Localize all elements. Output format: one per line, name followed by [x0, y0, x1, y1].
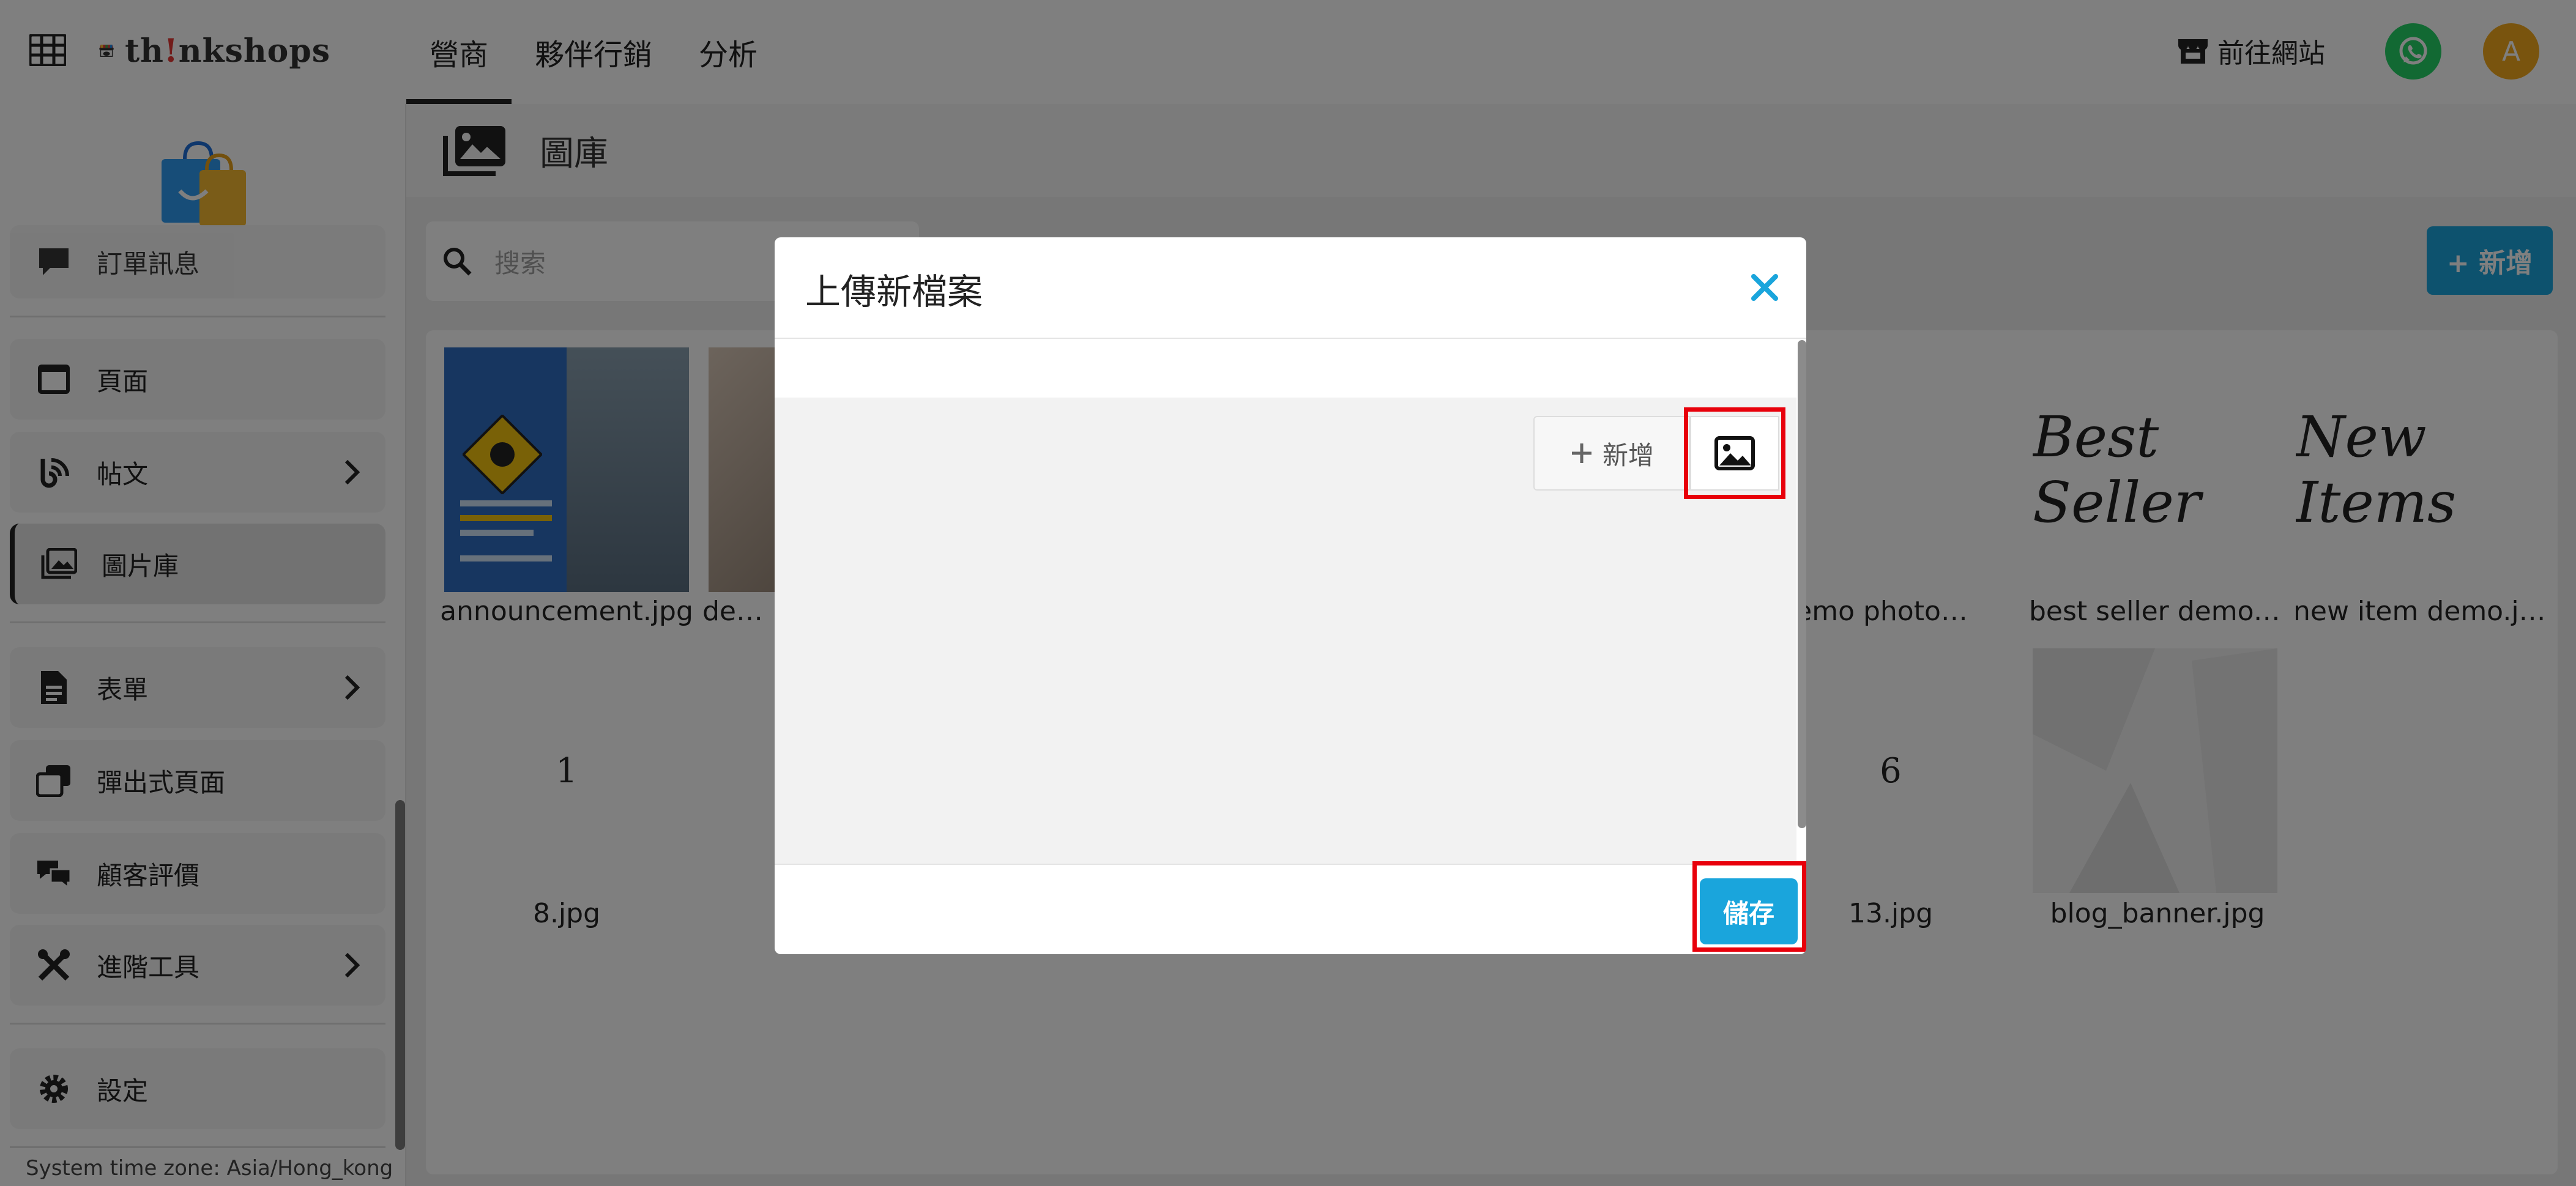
highlight-save-button: [1692, 861, 1806, 952]
upload-add-label: 新增: [1602, 440, 1654, 470]
close-icon[interactable]: [1746, 269, 1783, 306]
dialog-title: 上傳新檔案: [805, 271, 983, 313]
dialog-footer-divider: [775, 864, 1806, 865]
dialog-scrollbar[interactable]: [1798, 340, 1806, 828]
highlight-image-button: [1684, 407, 1785, 499]
plus-icon: [1571, 443, 1591, 463]
upload-add-button[interactable]: 新增: [1533, 416, 1690, 491]
dialog-divider: [775, 338, 1806, 339]
upload-dialog: 上傳新檔案 新增 儲存: [775, 237, 1806, 954]
